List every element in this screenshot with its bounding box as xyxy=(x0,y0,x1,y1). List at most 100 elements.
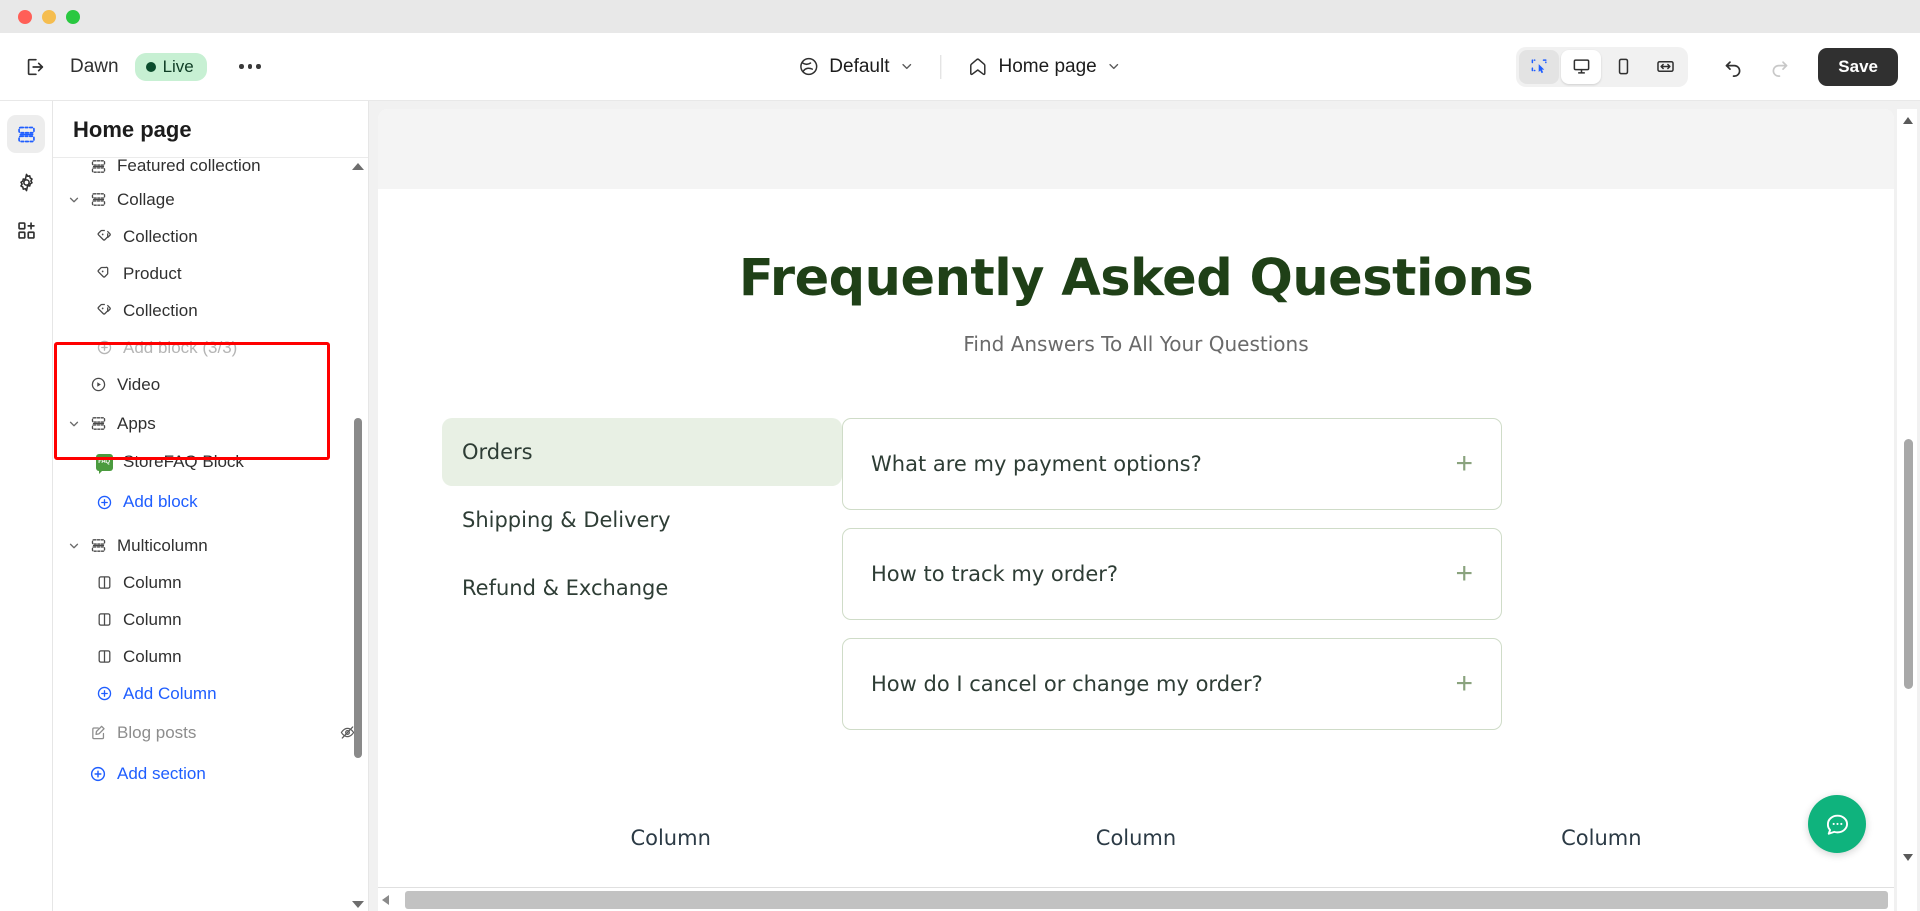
storefaq-app-icon: FAQ xyxy=(91,453,117,474)
chevron-down-icon xyxy=(899,59,914,74)
multicolumn-preview: Column Column Column xyxy=(378,826,1894,850)
sidebar-row-label: Collection xyxy=(123,226,198,246)
topbar-right-group: Save xyxy=(1516,46,1898,87)
chevron-down-icon xyxy=(1107,59,1122,74)
faq-accordion-item[interactable]: How to track my order? + xyxy=(842,528,1502,620)
plus-icon[interactable]: + xyxy=(1455,669,1473,699)
plus-circle-icon xyxy=(91,339,117,356)
sidebar-row-collection-2[interactable]: Collection xyxy=(53,292,368,329)
sidebar-row-column-3[interactable]: Column xyxy=(53,638,368,675)
sidebar-row-label: Blog posts xyxy=(117,722,197,742)
mobile-icon[interactable] xyxy=(1603,50,1643,84)
gear-icon[interactable] xyxy=(7,163,45,201)
preview-hscroll-thumb[interactable] xyxy=(405,890,1888,909)
faq-accordion-item[interactable]: How do I cancel or change my order? + xyxy=(842,638,1502,730)
page-selector[interactable]: Home page xyxy=(955,49,1133,85)
column-icon xyxy=(91,574,117,591)
sections-icon[interactable] xyxy=(7,115,45,153)
column-icon xyxy=(91,648,117,665)
window-maximize-button[interactable] xyxy=(66,9,80,24)
sidebar-row-storefaq-block[interactable]: FAQ StoreFAQ Block xyxy=(53,442,368,482)
faq-category-refund-exchange[interactable]: Refund & Exchange xyxy=(442,554,842,622)
preview-hero-band xyxy=(378,109,1894,189)
fullwidth-icon[interactable] xyxy=(1645,50,1685,84)
faq-accordion-item[interactable]: What are my payment options? + xyxy=(842,418,1502,510)
ellipsis-dots xyxy=(239,64,261,69)
sidebar-row-video[interactable]: Video xyxy=(53,366,368,403)
section-icon xyxy=(85,415,111,432)
sidebar-scroll-down-arrow[interactable] xyxy=(352,901,364,908)
sidebar-row-apps[interactable]: Apps xyxy=(53,405,368,442)
redo-icon xyxy=(1760,48,1798,86)
plus-circle-icon xyxy=(85,765,111,783)
sidebar-row-add-block-disabled: Add block (3/3) xyxy=(53,329,368,366)
undo-icon[interactable] xyxy=(1714,48,1752,86)
section-icon xyxy=(85,158,111,175)
product-tag-icon xyxy=(91,265,117,282)
live-status-dot xyxy=(145,61,156,72)
topbar-left-group: Dawn Live xyxy=(0,46,271,88)
left-icon-rail xyxy=(0,101,53,911)
preview-vertical-scrollbar[interactable] xyxy=(1897,109,1917,911)
theme-selector[interactable]: Default xyxy=(786,49,926,85)
scroll-down-arrow[interactable] xyxy=(1903,854,1913,861)
faq-question-text: How do I cancel or change my order? xyxy=(871,672,1263,696)
sidebar-row-add-column[interactable]: Add Column xyxy=(53,675,368,712)
faq-category-orders[interactable]: Orders xyxy=(442,418,842,486)
sidebar-row-product[interactable]: Product xyxy=(53,255,368,292)
sidebar-row-label: Column xyxy=(123,572,182,592)
sidebar-row-label: Multicolumn xyxy=(117,535,208,555)
plus-icon[interactable]: + xyxy=(1455,559,1473,589)
sidebar-row-label: StoreFAQ Block xyxy=(123,452,244,471)
status-badge-label: Live xyxy=(162,56,194,76)
sidebar-row-add-section[interactable]: Add section xyxy=(53,755,368,792)
scroll-up-arrow[interactable] xyxy=(1903,117,1913,124)
exit-icon[interactable] xyxy=(14,46,56,88)
sidebar-row-column-1[interactable]: Column xyxy=(53,564,368,601)
sidebar-row-label: Column xyxy=(123,609,182,629)
storefaq-app-icon-badge: FAQ xyxy=(95,453,113,474)
sidebar-row-label: Add section xyxy=(117,763,206,783)
topbar-center-group: Default Home page xyxy=(786,49,1133,85)
faq-heading: Frequently Asked Questions xyxy=(738,249,1534,308)
chat-bubble-icon[interactable] xyxy=(1808,795,1866,853)
scroll-left-arrow[interactable] xyxy=(382,894,389,905)
blog-edit-icon xyxy=(85,724,111,741)
ellipsis-icon[interactable] xyxy=(229,46,271,88)
preview-horizontal-scrollbar[interactable] xyxy=(378,887,1894,911)
sidebar-row-featured-collection[interactable]: Featured collection xyxy=(53,158,368,181)
collection-tag-icon xyxy=(91,302,117,319)
cursor-select-icon[interactable] xyxy=(1519,49,1560,84)
chevron-down-icon[interactable] xyxy=(63,417,85,431)
faq-category-shipping-delivery[interactable]: Shipping & Delivery xyxy=(442,486,842,554)
chevron-down-icon[interactable] xyxy=(63,539,85,553)
home-icon xyxy=(967,56,988,77)
status-badge: Live xyxy=(134,52,207,81)
faq-category-list: Orders Shipping & Delivery Refund & Exch… xyxy=(442,418,842,748)
window-minimize-button[interactable] xyxy=(42,9,56,24)
plus-icon[interactable]: + xyxy=(1455,449,1473,479)
plus-circle-icon xyxy=(91,685,117,702)
toolbar-divider xyxy=(940,54,942,79)
window-close-button[interactable] xyxy=(18,9,32,24)
desktop-icon[interactable] xyxy=(1561,49,1602,84)
faq-subheading: Find Answers To All Your Questions xyxy=(963,332,1309,356)
multicolumn-label: Column xyxy=(1561,826,1642,850)
chevron-down-icon[interactable] xyxy=(63,193,85,207)
section-icon xyxy=(85,191,111,208)
preview-vscroll-thumb[interactable] xyxy=(1904,439,1913,689)
sidebar-row-blog-posts[interactable]: Blog posts xyxy=(53,714,368,751)
sidebar-row-add-block[interactable]: Add block xyxy=(53,482,368,522)
store-name[interactable]: Dawn xyxy=(70,56,119,78)
sidebar-row-collage[interactable]: Collage xyxy=(53,181,368,218)
faq-question-list: What are my payment options? + How to tr… xyxy=(842,418,1502,748)
preview-area: Frequently Asked Questions Find Answers … xyxy=(369,101,1920,911)
multicolumn-label: Column xyxy=(1095,826,1177,850)
sidebar-scroll-up-arrow[interactable] xyxy=(352,163,364,170)
sidebar-row-collection-1[interactable]: Collection xyxy=(53,218,368,255)
sidebar-row-multicolumn[interactable]: Multicolumn xyxy=(53,527,368,564)
sidebar-row-column-2[interactable]: Column xyxy=(53,601,368,638)
apps-grid-plus-icon[interactable] xyxy=(7,211,45,249)
sidebar-scrollbar-thumb[interactable] xyxy=(354,418,362,758)
save-button[interactable]: Save xyxy=(1818,47,1898,86)
